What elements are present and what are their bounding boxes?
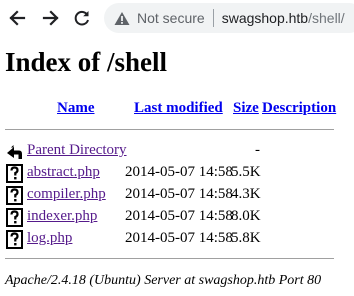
unknown-file-icon xyxy=(6,230,23,249)
file-row: compiler.php 2014-05-07 14:58 4.3K xyxy=(0,184,354,206)
file-link[interactable]: indexer.php xyxy=(27,208,97,225)
file-link[interactable]: log.php xyxy=(27,230,72,247)
server-signature: Apache/2.4.18 (Ubuntu) Server at swagsho… xyxy=(5,273,322,288)
footer-divider xyxy=(5,258,334,259)
address-bar[interactable]: Not secure swagshop.htb/shell/ xyxy=(104,3,354,33)
file-size: 5.5K xyxy=(231,164,261,180)
file-row: abstract.php 2014-05-07 14:58 5.5K xyxy=(0,162,354,184)
file-size: 5.8K xyxy=(231,230,261,246)
directory-index-page: Index of /shell Name Last modified Size … xyxy=(0,36,354,296)
back-folder-icon xyxy=(7,145,22,159)
warning-triangle-icon xyxy=(114,11,130,25)
security-status[interactable]: Not secure xyxy=(137,10,205,26)
forward-arrow-icon xyxy=(42,10,59,26)
file-modified: 2014-05-07 14:58 xyxy=(125,208,233,224)
file-link[interactable]: compiler.php xyxy=(27,186,106,203)
url-path: /shell/ xyxy=(308,10,345,26)
file-modified: 2014-05-07 14:58 xyxy=(125,186,233,202)
browser-toolbar: Not secure swagshop.htb/shell/ xyxy=(0,0,354,36)
sort-by-last-modified-link[interactable]: Last modified xyxy=(134,100,223,117)
parent-directory-row: Parent Directory - xyxy=(0,140,354,162)
back-button[interactable] xyxy=(7,8,27,28)
file-link[interactable]: abstract.php xyxy=(27,164,100,181)
parent-size: - xyxy=(255,142,260,158)
header-divider xyxy=(5,129,334,130)
reload-button[interactable] xyxy=(72,8,92,28)
forward-button[interactable] xyxy=(41,8,61,28)
reload-icon xyxy=(74,10,89,26)
file-modified: 2014-05-07 14:58 xyxy=(125,164,233,180)
sort-by-size-link[interactable]: Size xyxy=(233,100,259,117)
file-row: log.php 2014-05-07 14:58 5.8K xyxy=(0,228,354,250)
sort-by-description-link[interactable]: Description xyxy=(262,100,336,117)
file-size: 4.3K xyxy=(231,186,261,202)
file-row: indexer.php 2014-05-07 14:58 8.0K xyxy=(0,206,354,228)
page-title: Index of /shell xyxy=(5,47,168,77)
url-divider xyxy=(212,9,214,27)
unknown-file-icon xyxy=(6,186,23,205)
back-arrow-icon xyxy=(9,10,26,26)
sort-by-name-link[interactable]: Name xyxy=(57,100,95,117)
file-modified: 2014-05-07 14:58 xyxy=(125,230,233,246)
url-host: swagshop.htb xyxy=(221,10,309,26)
parent-directory-link[interactable]: Parent Directory xyxy=(27,142,127,159)
unknown-file-icon xyxy=(6,164,23,183)
file-size: 8.0K xyxy=(231,208,261,224)
unknown-file-icon xyxy=(6,208,23,227)
